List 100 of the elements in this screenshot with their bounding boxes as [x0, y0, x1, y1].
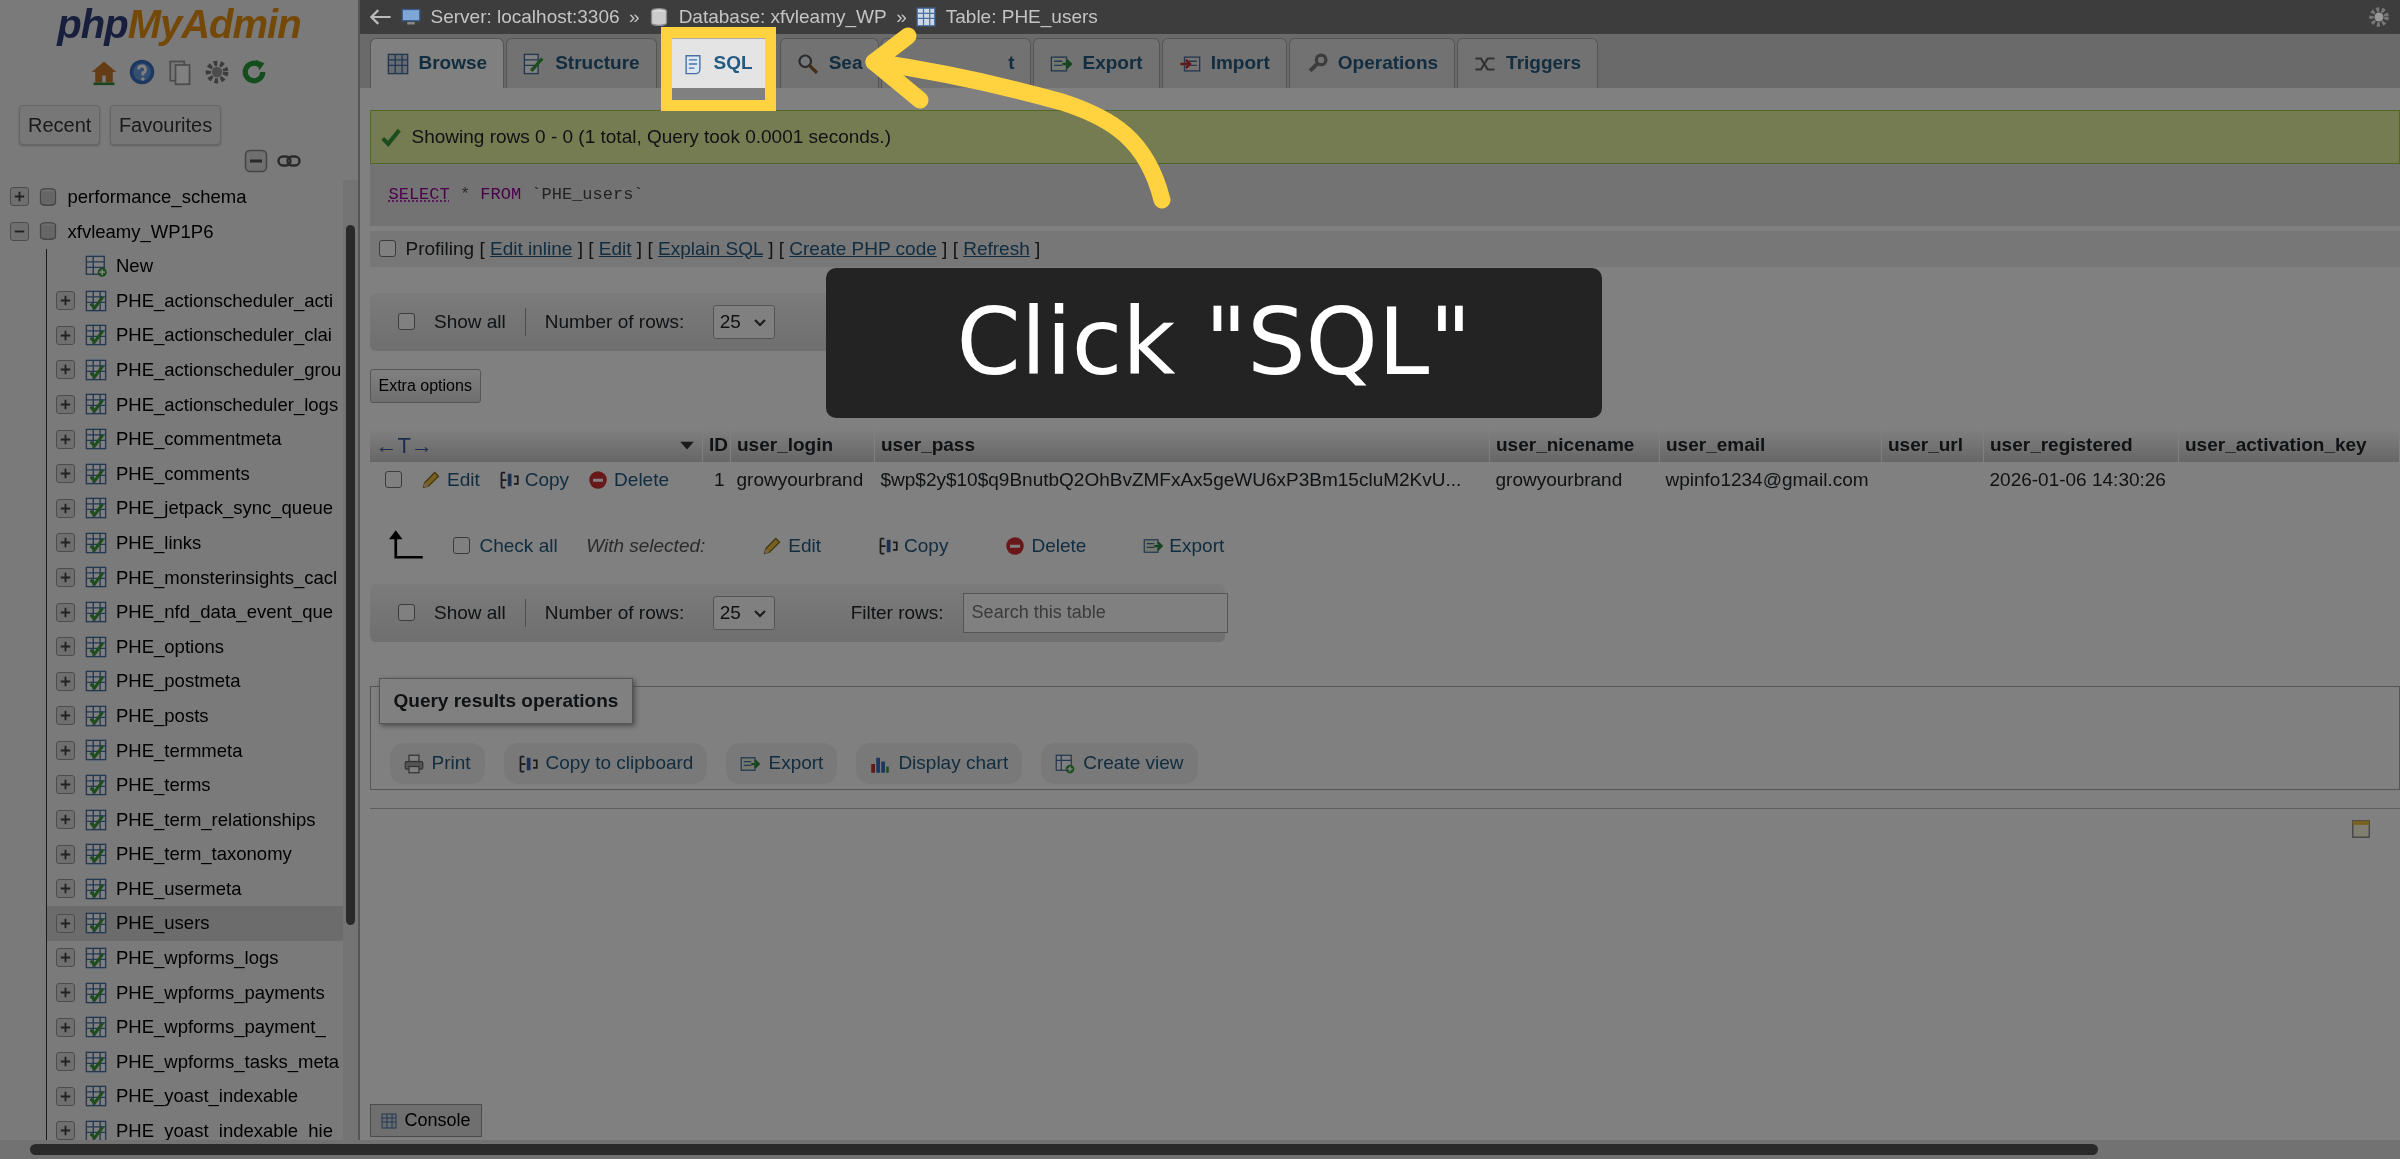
tab[interactable]: Triggers — [1457, 38, 1599, 88]
tree-item[interactable]: PHE_links — [116, 528, 202, 557]
tree-item[interactable]: PHE_actionscheduler_clai — [116, 321, 332, 350]
expander-icon[interactable] — [56, 740, 75, 760]
note-icon[interactable] — [2349, 818, 2372, 841]
tab[interactable]: Import — [1161, 38, 1287, 88]
tree-item[interactable]: PHE_monsterinsights_cacl — [116, 563, 338, 592]
expander-icon[interactable] — [56, 291, 75, 311]
tree-item[interactable]: PHE_options — [116, 632, 224, 661]
expander-icon[interactable] — [56, 1086, 75, 1106]
expander-icon[interactable] — [56, 810, 75, 830]
tree-item[interactable]: PHE_comments — [116, 459, 250, 488]
scrollbar[interactable] — [0, 1140, 2400, 1159]
favourites-button[interactable]: Favourites — [109, 104, 222, 145]
expander-icon[interactable] — [56, 775, 75, 795]
tree-item[interactable]: PHE_wpforms_payment_ — [116, 1013, 326, 1041]
tab[interactable]: Operations — [1288, 38, 1456, 88]
expander-icon[interactable] — [56, 602, 75, 622]
settings-icon[interactable] — [2366, 5, 2391, 29]
collapse-icon[interactable] — [243, 149, 268, 174]
logo[interactable]: phpMyAdmin — [57, 2, 301, 46]
expander-icon[interactable] — [56, 706, 75, 726]
expander-icon[interactable] — [56, 464, 75, 484]
expander-icon[interactable] — [56, 429, 75, 449]
tree-item[interactable]: PHE_term_relationships — [116, 805, 316, 834]
column-resize-control[interactable]: ←T→ — [375, 428, 433, 462]
tree-item[interactable]: PHE_wpforms_tasks_meta — [116, 1047, 340, 1076]
expander-icon[interactable] — [9, 187, 29, 207]
link[interactable]: Explain SQL — [657, 237, 763, 259]
link[interactable]: Edit — [598, 237, 632, 259]
tree-item[interactable]: New — [116, 252, 153, 280]
tree-item[interactable]: PHE_actionscheduler_grou — [116, 355, 342, 384]
expander-icon[interactable] — [56, 394, 75, 414]
checkbox[interactable] — [398, 604, 415, 622]
rows-select[interactable]: 25 — [712, 304, 775, 339]
tab[interactable]: Browse — [369, 38, 505, 88]
delete-button[interactable]: Delete — [1005, 531, 1087, 560]
expander-icon[interactable] — [56, 325, 75, 345]
tree-item[interactable]: PHE_term_taxonomy — [116, 840, 292, 869]
create-view-button[interactable]: Create view — [1041, 743, 1198, 784]
tree-item[interactable]: performance_schema — [67, 183, 247, 211]
tree-item[interactable]: PHE_nfd_data_event_que — [116, 598, 334, 626]
extra-options-button[interactable]: Extra options — [369, 368, 481, 403]
tab[interactable]: Export — [1033, 38, 1160, 88]
rows-select[interactable]: 25 — [712, 595, 775, 630]
tree-item[interactable]: PHE_actionscheduler_acti — [116, 286, 333, 315]
recent-button[interactable]: Recent — [19, 104, 101, 145]
expander-icon[interactable] — [56, 360, 75, 380]
checkbox[interactable] — [385, 471, 402, 489]
tree-item[interactable]: PHE_yoast_indexable — [116, 1082, 299, 1111]
expander-icon[interactable] — [56, 637, 75, 657]
edit-link[interactable]: Edit — [421, 465, 480, 494]
tree-item[interactable]: PHE_wpforms_logs — [116, 944, 279, 972]
tree-item[interactable]: PHE_jetpack_sync_queue — [116, 494, 333, 523]
expander-icon[interactable] — [56, 879, 75, 899]
copy-button[interactable]: Copy — [878, 531, 949, 560]
print-button[interactable]: Print — [389, 743, 485, 784]
expander-icon[interactable] — [56, 1121, 75, 1140]
tree-item[interactable]: PHE_actionscheduler_logs — [116, 390, 339, 419]
link[interactable]: Edit inline — [490, 237, 573, 259]
expander-icon[interactable] — [9, 221, 29, 241]
link[interactable]: Refresh — [963, 237, 1030, 259]
back-arrow-icon[interactable] — [369, 6, 392, 28]
checkbox[interactable] — [379, 240, 396, 258]
tab[interactable]: Structure — [506, 38, 657, 88]
breadcrumb-link[interactable]: Table: PHE_users — [945, 2, 1098, 32]
breadcrumb-link[interactable]: Server: localhost:3306 — [430, 2, 620, 32]
expander-icon[interactable] — [56, 913, 75, 933]
scrollbar[interactable] — [343, 179, 358, 1140]
tree-item[interactable]: PHE_usermeta — [116, 874, 242, 903]
tree-item[interactable]: PHE_commentmeta — [116, 425, 282, 453]
edit-button[interactable]: Edit — [762, 531, 822, 560]
expander-icon[interactable] — [56, 498, 75, 518]
expander-icon[interactable] — [56, 1052, 75, 1072]
delete-link[interactable]: Delete — [588, 465, 670, 494]
tree-item[interactable]: PHE_terms — [116, 771, 211, 799]
export-button[interactable]: Export — [1143, 531, 1225, 560]
help-icon[interactable] — [127, 57, 156, 86]
copy-link[interactable]: Copy — [498, 465, 570, 494]
check-all-link[interactable]: Check all — [479, 531, 558, 560]
tree-item[interactable]: PHE_posts — [116, 701, 209, 730]
tree-item[interactable]: PHE_wpforms_payments — [116, 978, 325, 1007]
checkbox[interactable] — [453, 537, 470, 555]
tree-item[interactable]: xfvleamy_WP1P6 — [67, 217, 214, 246]
export-button[interactable]: Export — [726, 743, 838, 784]
checkbox[interactable] — [398, 313, 415, 331]
tree-item[interactable]: PHE_postmeta — [116, 667, 241, 696]
link[interactable]: Create PHP code — [789, 237, 937, 259]
expander-icon[interactable] — [56, 671, 75, 691]
expander-icon[interactable] — [56, 1017, 75, 1037]
reload-icon[interactable] — [240, 57, 268, 86]
display-chart-button[interactable]: Display chart — [856, 743, 1023, 784]
console-tab[interactable]: Console — [369, 1104, 482, 1137]
expander-icon[interactable] — [56, 533, 75, 553]
copy-button[interactable]: Copy to clipboard — [503, 743, 708, 784]
expander-icon[interactable] — [56, 948, 75, 968]
expander-icon[interactable] — [56, 567, 75, 587]
search-field[interactable]: Search this table — [962, 592, 1228, 633]
breadcrumb-link[interactable]: Database: xfvleamy_WP — [678, 2, 887, 32]
column-header[interactable]: user_pass — [881, 434, 975, 455]
